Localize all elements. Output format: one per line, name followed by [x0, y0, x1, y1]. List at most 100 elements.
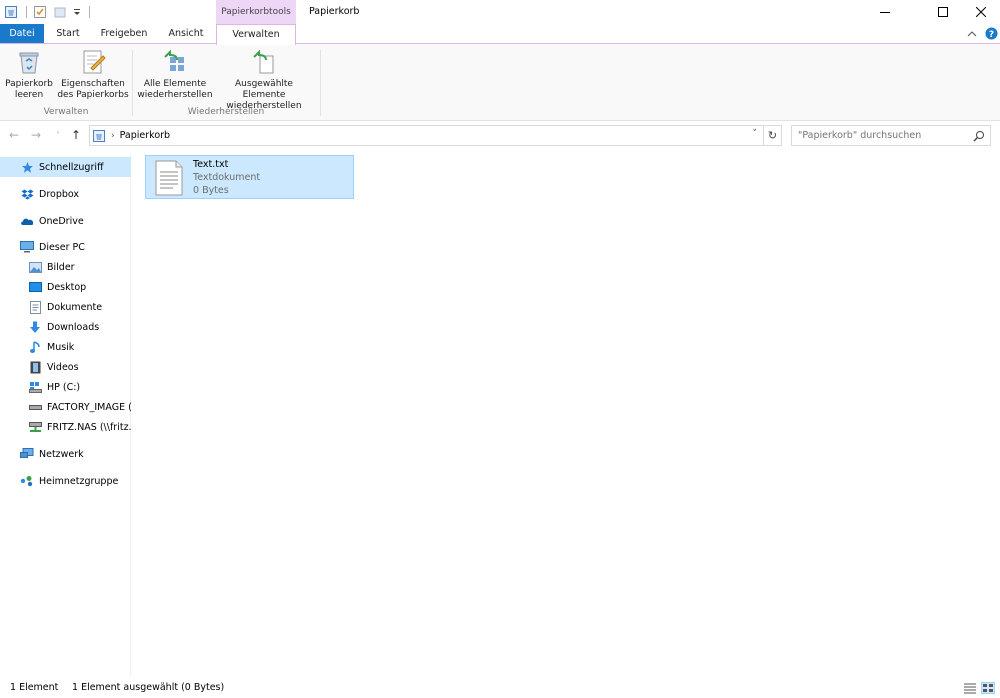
restore-all-button[interactable]: Alle Elemente wiederherstellen	[136, 48, 214, 101]
drive-icon	[28, 400, 42, 414]
tab-start[interactable]: Start	[50, 24, 86, 44]
empty-recycle-bin-button[interactable]: Papierkorb leeren	[2, 48, 56, 101]
status-selection: 1 Element ausgewählt (0 Bytes)	[72, 682, 225, 693]
nav-item-this-pc[interactable]: Dieser PC	[0, 237, 131, 257]
network-icon	[20, 447, 34, 461]
status-bar: 1 Element 1 Element ausgewählt (0 Bytes)	[0, 678, 1000, 698]
arrow-up-icon: ↑	[70, 128, 82, 142]
file-name: Text.txt	[193, 159, 229, 170]
address-field[interactable]: › Papierkorb ˅ ↻	[89, 125, 782, 146]
tab-view[interactable]: Ansicht	[162, 24, 210, 44]
help-button[interactable]: ?	[985, 27, 998, 40]
title-bar: Papierkorbtools Papierkorb	[0, 0, 1000, 24]
video-film-icon	[28, 360, 42, 374]
address-dropdown-button[interactable]: ˅	[753, 129, 758, 139]
restore-selected-button[interactable]: Ausgewählte Elemente wiederherstellen	[214, 48, 314, 112]
recycle-bin-app-icon[interactable]	[4, 5, 18, 19]
nav-item-drive-nas[interactable]: FRITZ.NAS (\\fritz.b	[0, 417, 131, 437]
nav-item-music[interactable]: Musik	[0, 337, 131, 357]
nav-item-quick-access[interactable]: Schnellzugriff	[0, 157, 131, 177]
up-button[interactable]: ↑	[68, 126, 84, 144]
search-icon[interactable]	[973, 130, 985, 142]
maximize-button[interactable]	[924, 0, 962, 24]
recycle-bin-properties-button[interactable]: Eigenschaften des Papierkorbs	[56, 48, 130, 101]
restore-selected-icon	[250, 48, 278, 76]
refresh-button[interactable]: ↻	[763, 126, 781, 145]
computer-icon	[20, 240, 34, 254]
qat-separator	[26, 6, 27, 18]
nav-item-documents[interactable]: Dokumente	[0, 297, 131, 317]
pictures-icon	[28, 260, 42, 274]
arrow-left-icon: ←	[8, 128, 20, 142]
file-type: Textdokument	[193, 172, 261, 183]
nav-item-drive-factory[interactable]: FACTORY_IMAGE (D	[0, 397, 131, 417]
search-box[interactable]	[791, 125, 991, 146]
navigation-pane: Schnellzugriff Dropbox OneDrive Dieser P…	[0, 154, 131, 676]
ribbon: Papierkorb leeren Eigenschaften des Papi…	[0, 44, 1000, 121]
nav-item-drive-c[interactable]: HP (C:)	[0, 377, 131, 397]
empty-bin-label-2: leeren	[14, 90, 44, 100]
ribbon-tabs: Datei Start Freigeben Ansicht Verwalten …	[0, 24, 1000, 45]
chevron-up-icon	[967, 31, 977, 37]
tiles-view-button[interactable]	[981, 682, 995, 694]
tab-manage[interactable]: Verwalten	[216, 24, 296, 45]
status-item-count: 1 Element	[10, 682, 59, 693]
file-size: 0 Bytes	[193, 185, 229, 196]
qat-separator	[89, 6, 90, 18]
minimize-ribbon-button[interactable]	[966, 28, 978, 40]
context-tab-group-label: Papierkorbtools	[216, 0, 296, 24]
recycle-bin-location-icon	[93, 129, 105, 142]
close-icon	[976, 7, 986, 17]
network-drive-icon	[28, 420, 42, 434]
nav-item-homegroup[interactable]: Heimnetzgruppe	[0, 471, 131, 491]
details-view-button[interactable]	[963, 682, 977, 694]
quick-access-toolbar	[4, 3, 96, 21]
homegroup-icon	[20, 474, 34, 488]
maximize-icon	[938, 7, 948, 17]
nav-item-onedrive[interactable]: OneDrive	[0, 211, 131, 231]
properties-icon[interactable]	[33, 5, 47, 19]
tab-share[interactable]: Freigeben	[96, 24, 152, 44]
tab-file[interactable]: Datei	[0, 24, 44, 44]
customize-qat-icon[interactable]	[73, 5, 81, 19]
nav-item-downloads[interactable]: Downloads	[0, 317, 131, 337]
empty-bin-label-1: Papierkorb	[5, 79, 53, 89]
nav-item-network[interactable]: Netzwerk	[0, 444, 131, 464]
minimize-button[interactable]	[866, 0, 904, 24]
group-separator	[320, 50, 321, 116]
new-folder-icon[interactable]	[53, 5, 67, 19]
nav-item-videos[interactable]: Videos	[0, 357, 131, 377]
empty-recycle-bin-icon	[15, 48, 43, 76]
properties-label-1: Eigenschaften	[61, 79, 125, 89]
file-item-text-txt[interactable]: Text.txt Textdokument 0 Bytes	[145, 155, 354, 199]
back-button[interactable]: ←	[6, 126, 22, 144]
properties-icon	[79, 48, 107, 76]
search-input[interactable]	[798, 130, 973, 141]
nav-item-pictures[interactable]: Bilder	[0, 257, 131, 277]
breadcrumb-chevron-icon: ›	[111, 130, 115, 141]
tiles-view-icon	[983, 684, 993, 692]
cloud-icon	[20, 214, 34, 228]
music-note-icon	[28, 340, 42, 354]
chevron-down-icon: ˅	[56, 130, 60, 140]
forward-button[interactable]: →	[28, 126, 44, 144]
group-label-restore: Wiederherstellen	[187, 107, 265, 117]
restore-all-label-2: wiederherstellen	[137, 90, 213, 100]
breadcrumb-papierkorb[interactable]: Papierkorb	[120, 130, 170, 141]
refresh-icon: ↻	[767, 129, 778, 142]
nav-item-dropbox[interactable]: Dropbox	[0, 184, 131, 204]
svg-text:?: ?	[989, 30, 994, 40]
window-title: Papierkorb	[309, 6, 360, 17]
chevron-down-icon: ˅	[752, 129, 758, 139]
group-label-manage: Verwalten	[43, 107, 89, 117]
star-icon	[20, 160, 34, 174]
nav-item-desktop[interactable]: Desktop	[0, 277, 131, 297]
recent-locations-button[interactable]: ˅	[50, 126, 66, 144]
restore-selected-label-1: Ausgewählte Elemente	[235, 79, 293, 100]
help-icon: ?	[985, 27, 998, 40]
address-bar: ← → ˅ ↑ › Papierkorb ˅ ↻	[0, 121, 1000, 149]
properties-label-2: des Papierkorbs	[57, 90, 129, 100]
windows-drive-icon	[28, 380, 42, 394]
close-button[interactable]	[962, 0, 1000, 24]
file-list[interactable]: Text.txt Textdokument 0 Bytes	[132, 150, 1000, 676]
